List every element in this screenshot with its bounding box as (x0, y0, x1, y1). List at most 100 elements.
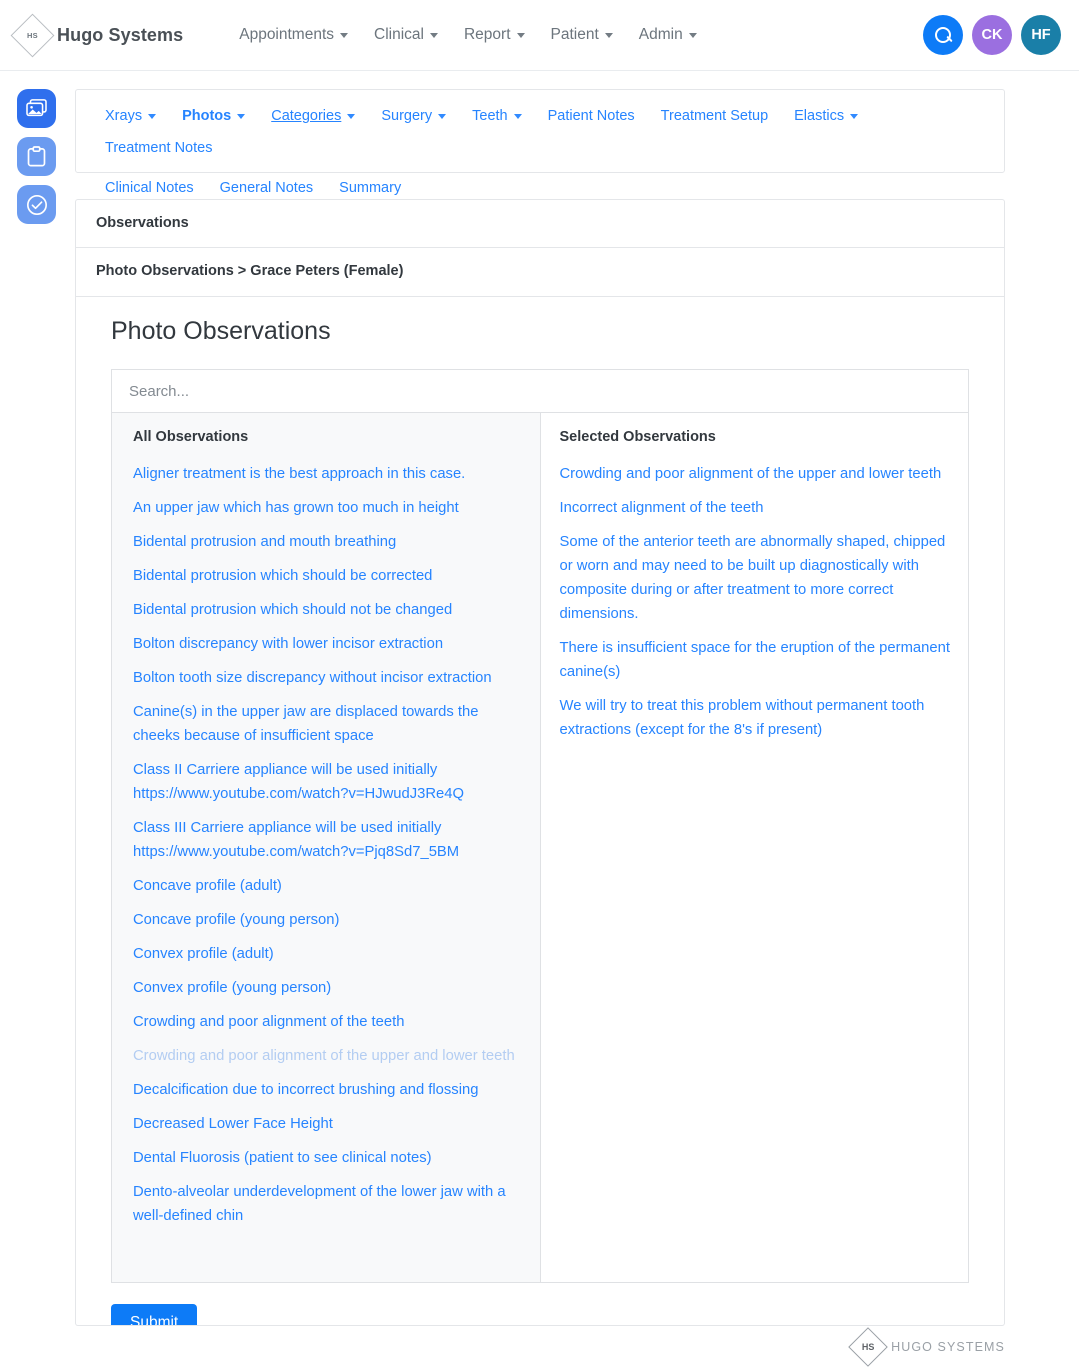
hugo-diamond-icon: HS (10, 13, 55, 57)
chevron-down-icon (604, 32, 613, 38)
clipboard-icon (27, 146, 46, 167)
rail-button-photos[interactable] (17, 89, 56, 128)
menu-label: Appointments (239, 26, 335, 43)
all-observations-header: All Observations (133, 429, 249, 445)
selected-observations-column[interactable]: Selected Observations Crowding and poor … (540, 413, 968, 1282)
list-item[interactable]: Bidental protrusion and mouth breathing (133, 530, 524, 554)
list-item[interactable]: Bolton tooth size discrepancy without in… (133, 666, 524, 690)
submit-button[interactable]: Submit (111, 1304, 198, 1325)
list-item-disabled: Crowding and poor alignment of the upper… (133, 1048, 515, 1064)
tab-clinical-notes[interactable]: Clinical Notes (92, 176, 207, 200)
tab-label: Patient Notes (547, 108, 635, 124)
chevron-down-icon (429, 32, 438, 38)
tab-surgery[interactable]: Surgery (368, 104, 459, 128)
tab-xrays[interactable]: Xrays (92, 104, 169, 128)
tab-label: Surgery (381, 108, 433, 124)
tab-photos[interactable]: Photos (169, 104, 258, 128)
tab-treatment-setup[interactable]: Treatment Setup (648, 104, 781, 128)
list-item[interactable]: Crowding and poor alignment of the upper… (560, 462, 953, 486)
selected-observations-header: Selected Observations (559, 429, 716, 445)
rail-button-clipboard[interactable] (17, 137, 56, 176)
avatar-initials: CK (981, 27, 1003, 43)
brand-name: Hugo Systems (57, 24, 184, 45)
menu-item-appointments[interactable]: Appointments (226, 20, 361, 50)
list-item[interactable]: Bolton discrepancy with lower incisor ex… (133, 632, 524, 656)
check-circle-icon (26, 194, 47, 215)
chevron-down-icon (516, 32, 525, 38)
menu-item-report[interactable]: Report (451, 20, 538, 50)
tab-patient-notes[interactable]: Patient Notes (535, 104, 648, 128)
tab-label: Treatment Notes (105, 140, 213, 156)
section-tabs-card: Xrays Photos Categories Surgery Teeth Pa… (75, 89, 1005, 196)
chevron-down-icon (340, 32, 349, 38)
list-item[interactable]: Concave profile (young person) (133, 908, 524, 932)
list-item[interactable]: Class II Carriere appliance will be used… (133, 758, 524, 806)
list-item[interactable]: Decalcification due to incorrect brushin… (133, 1078, 524, 1102)
list-item[interactable]: Crowding and poor alignment of the teeth (133, 1010, 524, 1034)
tab-summary[interactable]: Summary (326, 176, 414, 200)
avatar-hf[interactable]: HF (1021, 15, 1061, 55)
observations-header-card: Observations (75, 199, 1005, 248)
list-item[interactable]: Convex profile (young person) (133, 976, 524, 1000)
chevron-down-icon (850, 113, 859, 119)
tab-label: General Notes (219, 180, 314, 196)
menu-item-patient[interactable]: Patient (538, 20, 626, 50)
list-item[interactable]: Decreased Lower Face Height (133, 1112, 524, 1136)
breadcrumb-card: Photo Observations > Grace Peters (Femal… (75, 248, 1005, 297)
main-menu: Appointments Clinical Report Patient Adm… (226, 20, 709, 50)
top-right-actions: CK HF (923, 15, 1061, 55)
list-item[interactable]: Bidental protrusion which should be corr… (133, 564, 524, 588)
search-button[interactable] (923, 15, 963, 55)
menu-label: Report (463, 26, 511, 43)
search-icon (934, 26, 952, 44)
menu-label: Patient (550, 26, 599, 43)
brand-logo[interactable]: HS Hugo Systems (10, 13, 184, 57)
list-item[interactable]: Canine(s) in the upper jaw are displaced… (133, 700, 524, 748)
list-item[interactable]: Some of the anterior teeth are abnormall… (560, 530, 953, 626)
avatar-ck[interactable]: CK (972, 15, 1012, 55)
photos-icon (26, 99, 47, 117)
list-item[interactable]: Concave profile (adult) (133, 874, 524, 898)
avatar-initials: HF (1031, 27, 1051, 43)
section-tabs: Xrays Photos Categories Surgery Teeth Pa… (76, 90, 1004, 200)
chevron-down-icon (513, 113, 522, 119)
menu-label: Clinical (374, 26, 424, 43)
page-title: Photo Observations (111, 317, 331, 345)
hugo-diamond-icon: HS (848, 1326, 888, 1367)
menu-item-admin[interactable]: Admin (626, 20, 710, 50)
list-item[interactable]: Convex profile (adult) (133, 942, 524, 966)
list-item[interactable]: Incorrect alignment of the teeth (560, 496, 953, 520)
list-item[interactable]: We will try to treat this problem withou… (560, 694, 953, 742)
search-input[interactable] (111, 369, 969, 412)
tab-treatment-notes[interactable]: Treatment Notes (92, 136, 225, 160)
rail-button-approvals[interactable] (17, 185, 56, 224)
tab-label: Treatment Setup (660, 108, 769, 124)
search-row (111, 369, 969, 412)
all-observations-column[interactable]: All Observations Aligner treatment is th… (112, 413, 541, 1282)
tab-label: Elastics (794, 108, 845, 124)
list-item[interactable]: Bidental protrusion which should not be … (133, 598, 524, 622)
footer: HS HUGO SYSTEMS (0, 1326, 1079, 1367)
chevron-down-icon (237, 113, 246, 119)
top-navigation-bar: HS Hugo Systems Appointments Clinical Re… (0, 0, 1079, 71)
list-item[interactable]: Dento-alveolar underdevelopment of the l… (133, 1180, 524, 1228)
tab-label: Summary (339, 180, 402, 196)
app-root: HS Hugo Systems Appointments Clinical Re… (0, 0, 1079, 1367)
tab-general-notes[interactable]: General Notes (207, 176, 327, 200)
chevron-down-icon (347, 113, 356, 119)
observations-lists: All Observations Aligner treatment is th… (111, 412, 969, 1283)
list-item[interactable]: There is insufficient space for the erup… (560, 636, 953, 684)
chevron-down-icon (688, 32, 697, 38)
tab-categories[interactable]: Categories (258, 104, 368, 128)
footer-brand-name: HUGO SYSTEMS (891, 1339, 1005, 1354)
list-item[interactable]: Class III Carriere appliance will be use… (133, 816, 524, 864)
list-item[interactable]: Aligner treatment is the best approach i… (133, 462, 524, 486)
tab-label: Xrays (105, 108, 143, 124)
left-icon-rail (17, 89, 56, 224)
tab-teeth[interactable]: Teeth (459, 104, 534, 128)
list-item[interactable]: Dental Fluorosis (patient to see clinica… (133, 1146, 524, 1170)
list-item[interactable]: An upper jaw which has grown too much in… (133, 496, 524, 520)
photo-observations-panel: Photo Observations All Observations Alig… (75, 297, 1005, 1326)
tab-elastics[interactable]: Elastics (781, 104, 871, 128)
menu-item-clinical[interactable]: Clinical (361, 20, 451, 50)
